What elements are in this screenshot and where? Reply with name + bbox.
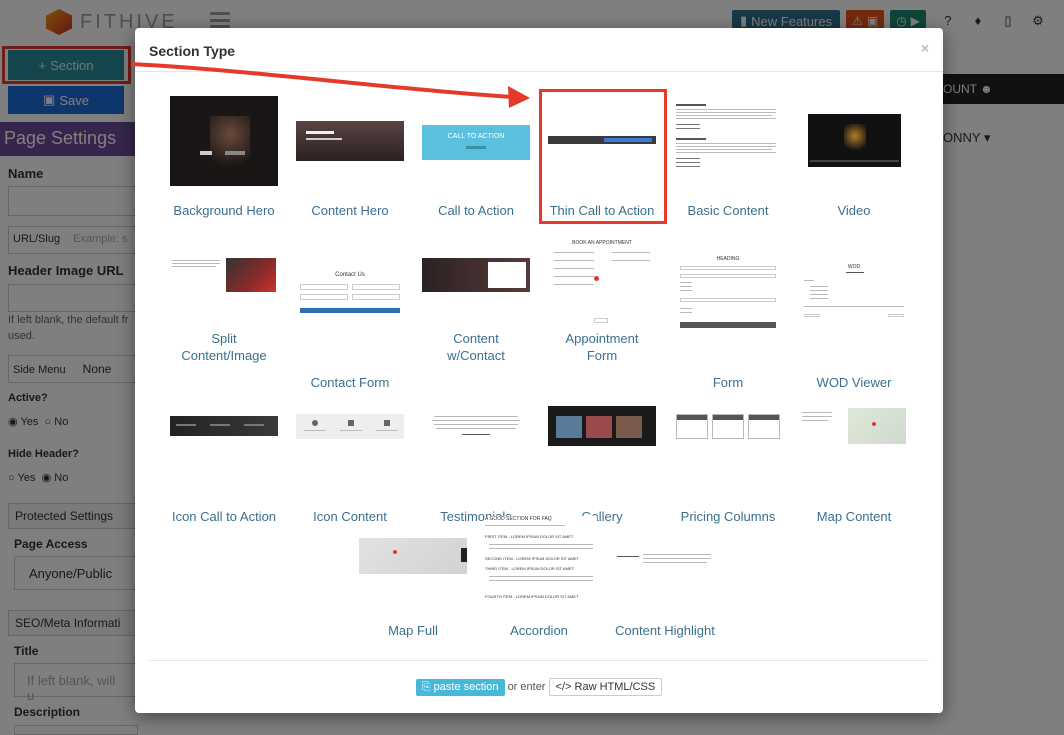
accordion-thumb-title: A GOOD SECTION FOR FAQ	[485, 516, 552, 522]
paste-section-label: paste section	[433, 680, 499, 693]
map-full-thumbnail	[359, 538, 467, 574]
call-to-action-thumbnail: CALL TO ACTION	[422, 125, 530, 160]
wod-viewer-thumbnail: WOD	[800, 264, 908, 322]
accordion-thumb-item-3: THIRD ITEM - LOREM IPSUM DOLOR SIT AMET	[485, 566, 575, 571]
video-thumbnail	[808, 114, 901, 167]
content-w-contact-thumbnail	[422, 258, 530, 292]
tile-label-content-w-contact-text: Content w/Contact	[447, 331, 505, 363]
tile-label-content-highlight: Content Highlight	[615, 623, 715, 638]
contact-form-thumbnail: Contact Us	[296, 270, 404, 316]
accordion-thumb-item-4: FOURTH ITEM - LOREM IPSUM DOLOR SIT AMET	[485, 594, 579, 599]
map-content-thumbnail	[800, 408, 908, 446]
tile-label-map-content: Map Content	[816, 509, 892, 524]
tile-wod-viewer[interactable]: WOD WOD Viewer	[780, 254, 928, 394]
tile-label-split-content-image-text: Split Content/Image	[181, 331, 267, 363]
form-thumb-heading: HEADING	[716, 256, 740, 262]
modal-footer-divider	[149, 660, 929, 661]
tile-content-highlight[interactable]: Content Highlight	[591, 534, 739, 638]
tile-label-appointment-form-text: Appointment Form	[565, 331, 639, 363]
form-thumbnail: HEADING	[674, 256, 782, 332]
content-hero-thumbnail	[296, 121, 404, 161]
accordion-thumbnail: A GOOD SECTION FOR FAQ FIRST ITEM - LORE…	[485, 516, 597, 610]
raw-html-css-button[interactable]: </> Raw HTML/CSS	[548, 678, 663, 696]
pricing-columns-thumbnail	[674, 414, 782, 440]
thin-cta-highlight	[539, 89, 667, 224]
tile-map-content[interactable]: Map Content	[780, 408, 928, 524]
basic-content-thumbnail	[674, 102, 782, 176]
content-highlight-thumbnail	[617, 552, 713, 568]
raw-html-css-label: Raw HTML/CSS	[574, 681, 656, 693]
gallery-thumbnail	[548, 406, 656, 446]
code-icon: </>	[555, 681, 572, 693]
tile-label-video: Video	[837, 203, 871, 218]
modal-footer: ⎘ paste section or enter </> Raw HTML/CS…	[135, 678, 943, 696]
tile-label-wod-viewer: WOD Viewer	[816, 375, 892, 390]
split-content-image-thumbnail	[170, 254, 278, 294]
call-to-action-thumb-text: CALL TO ACTION	[447, 133, 505, 140]
appointment-thumb-title: BOOK AN APPOINTMENT	[572, 240, 632, 246]
background-hero-thumbnail	[170, 96, 278, 186]
paste-section-button[interactable]: ⎘ paste section	[415, 678, 505, 696]
accordion-thumb-item-2: SECOND ITEM - LOREM IPSUM DOLOR SIT AMET	[485, 556, 579, 561]
icon-call-to-action-thumbnail	[170, 416, 278, 436]
wod-thumb-title: WOD	[847, 264, 861, 270]
icon-content-thumbnail	[296, 414, 404, 439]
tile-video[interactable]: Video	[780, 96, 928, 218]
accordion-thumb-item-1: FIRST ITEM - LOREM IPSUM DOLOR SIT AMET	[485, 534, 574, 539]
or-enter-text: or enter	[507, 680, 546, 693]
clipboard-icon: ⎘	[421, 680, 431, 693]
contact-form-thumb-title: Contact Us	[335, 272, 365, 278]
appointment-form-thumbnail: BOOK AN APPOINTMENT	[548, 240, 656, 328]
testimonials-thumbnail	[422, 414, 530, 444]
